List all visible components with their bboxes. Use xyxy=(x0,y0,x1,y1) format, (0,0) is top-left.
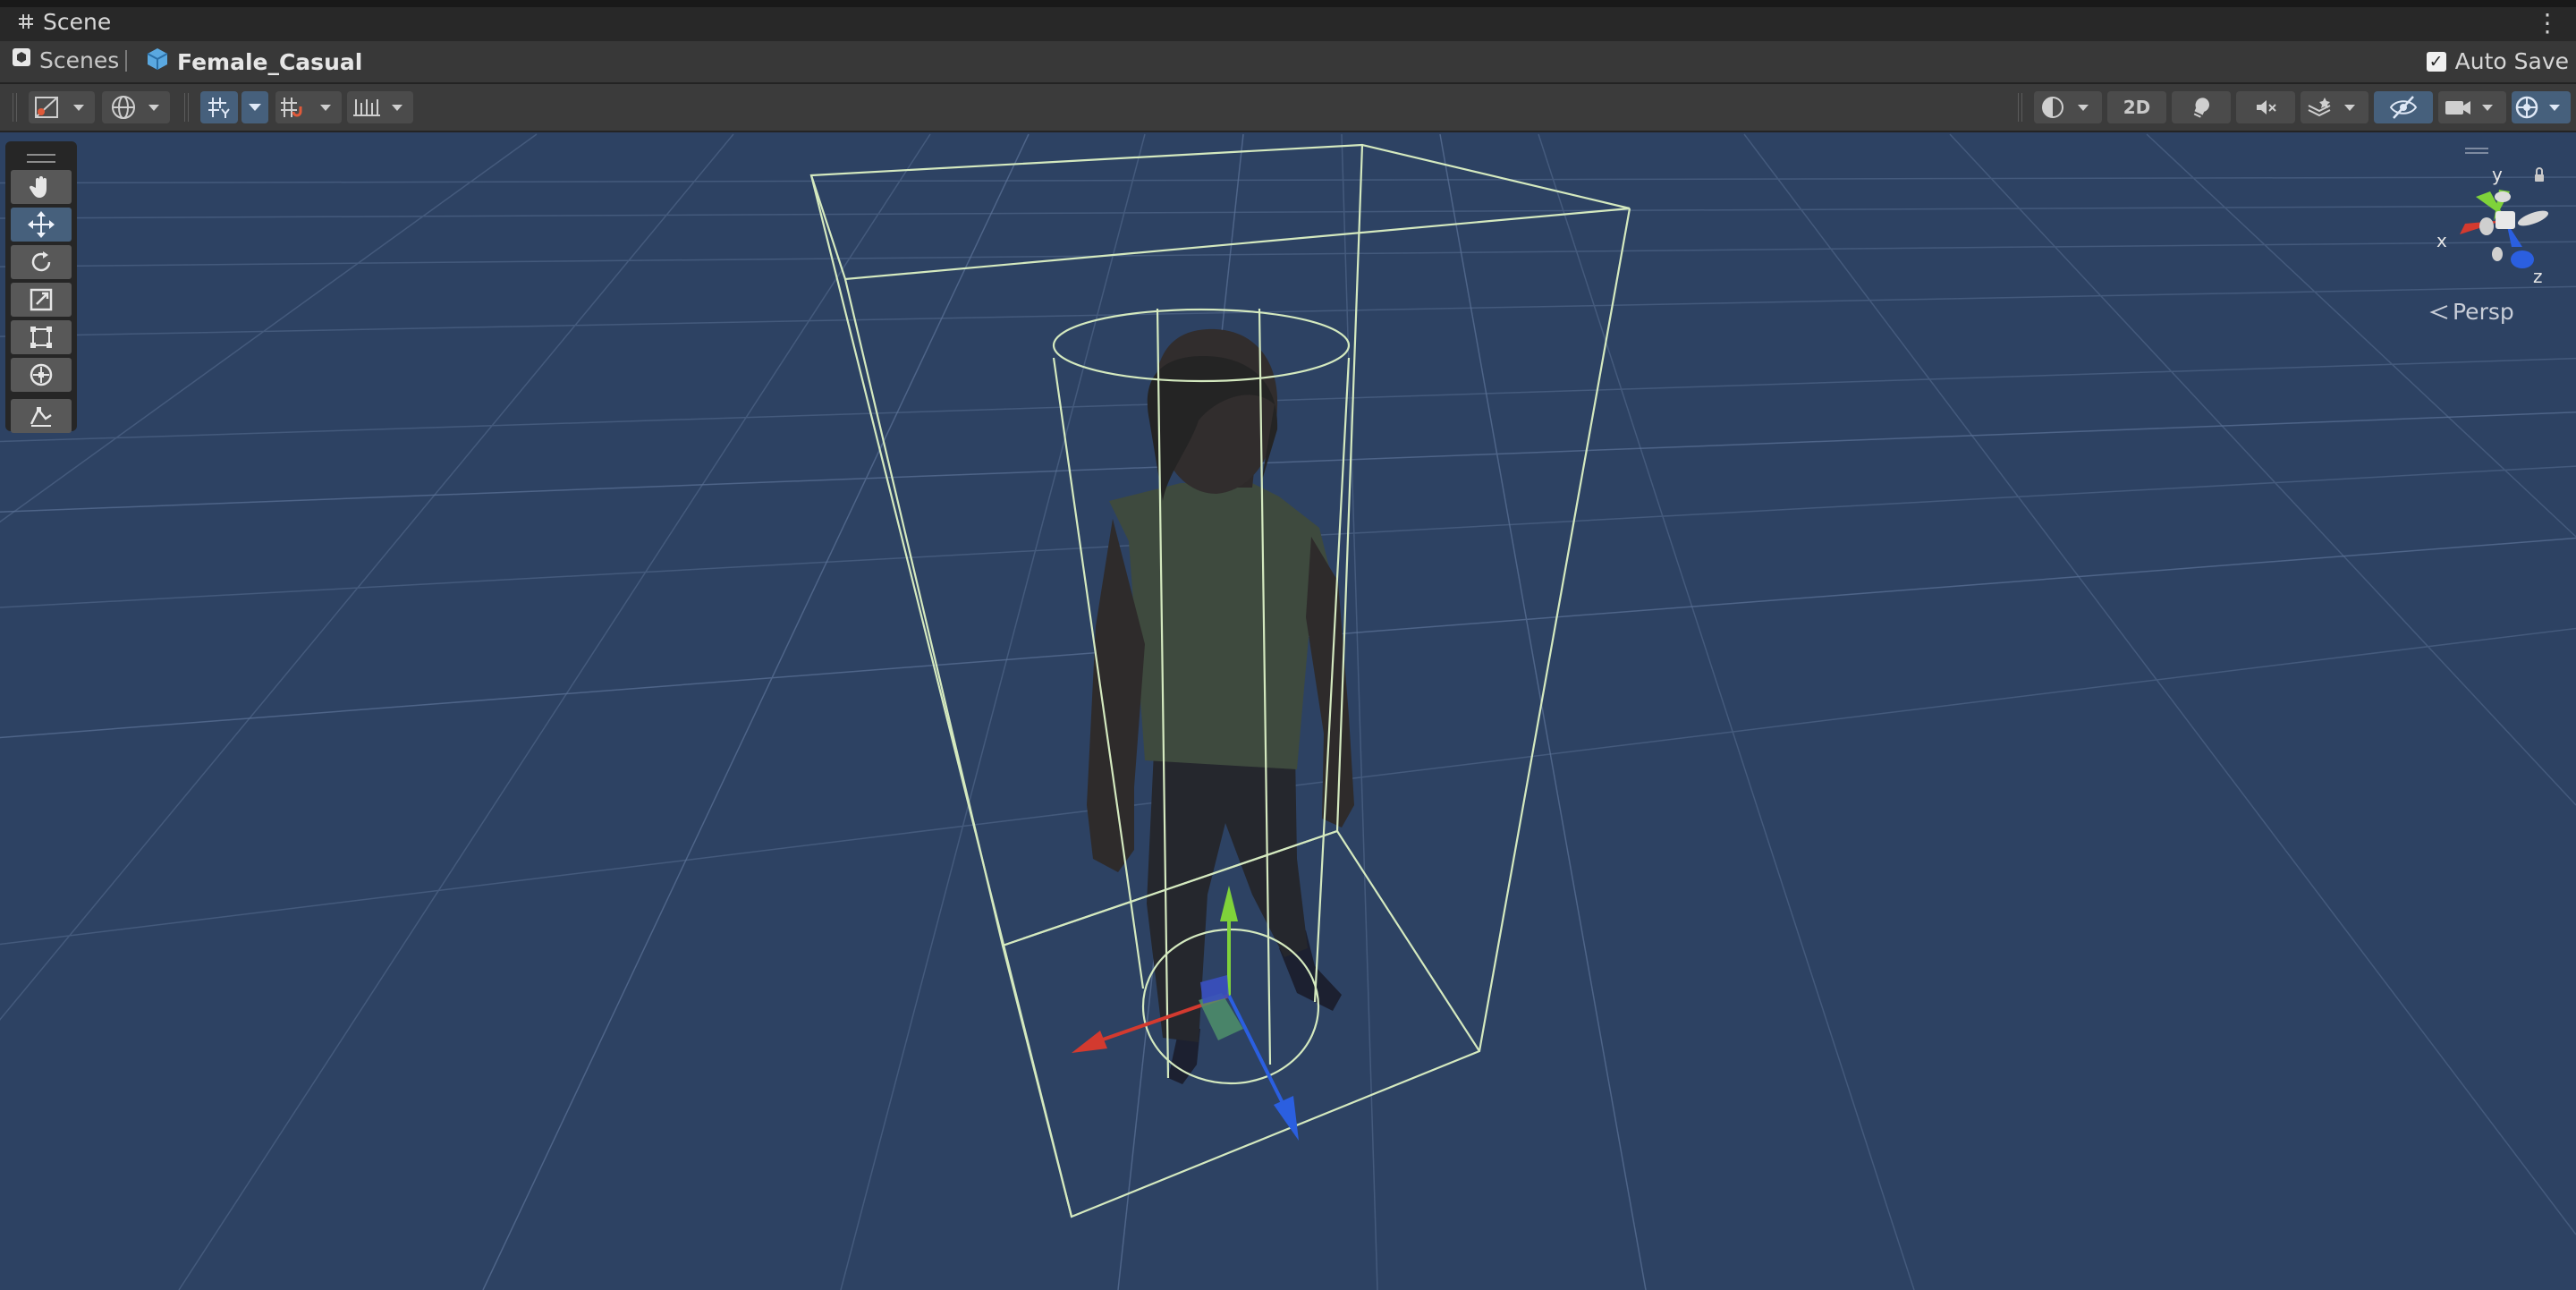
gizmo-sphere-icon xyxy=(2515,96,2560,119)
breadcrumb: Scenes Female_Casual ✓ Auto Save xyxy=(0,41,2576,84)
transform-icon xyxy=(30,363,53,386)
custom-tool-button[interactable] xyxy=(11,399,72,433)
panel-grip[interactable] xyxy=(27,154,55,163)
breadcrumb-root-label: Scenes xyxy=(39,47,120,73)
shading-mode-icon xyxy=(35,97,84,118)
grid-y-icon xyxy=(208,98,230,118)
global-local-dropdown[interactable] xyxy=(102,91,170,123)
lighting-toggle[interactable] xyxy=(2172,91,2231,123)
scene-view-toolbar: 2D xyxy=(0,84,2576,132)
prefab-cube-icon xyxy=(145,47,170,77)
effects-dropdown[interactable] xyxy=(2301,91,2368,123)
y-axis-arrow[interactable] xyxy=(1220,886,1238,921)
shading-dropdown[interactable] xyxy=(2034,91,2102,123)
rotate-icon xyxy=(31,251,51,272)
perspective-icon xyxy=(2429,304,2448,319)
camera-dropdown[interactable] xyxy=(2438,91,2506,123)
sphere-shading-icon xyxy=(2042,97,2089,118)
x-axis-arrow[interactable] xyxy=(1072,1031,1107,1053)
grid-icon xyxy=(18,9,34,35)
unity-scene-icon xyxy=(11,47,32,73)
x-axis-label: x xyxy=(2436,230,2447,251)
z-axis-label: z xyxy=(2533,266,2543,287)
grid-options-dropdown[interactable] xyxy=(242,91,268,123)
auto-save-toggle[interactable]: ✓ Auto Save xyxy=(2426,48,2569,74)
incremental-snap-dropdown[interactable] xyxy=(275,91,342,123)
hand-icon xyxy=(29,176,47,198)
scene-viewport[interactable]: y x z Persp xyxy=(0,132,2576,1290)
breadcrumb-current-label: Female_Casual xyxy=(177,48,363,75)
checkbox-checked-icon[interactable]: ✓ xyxy=(2426,51,2446,72)
scale-tool-button[interactable] xyxy=(11,283,72,317)
light-bulb-icon xyxy=(2193,98,2210,118)
auto-save-label: Auto Save xyxy=(2454,48,2569,74)
breadcrumb-scenes[interactable]: Scenes xyxy=(11,47,119,73)
grid-snap-toggle[interactable] xyxy=(200,91,238,123)
move-tool-button[interactable] xyxy=(11,208,72,242)
camera-icon xyxy=(2445,101,2493,115)
y-axis-label: y xyxy=(2492,164,2503,185)
axis-gizmo-icon: y x z xyxy=(2436,148,2549,287)
character-female-casual[interactable] xyxy=(1087,328,1354,1084)
scene-tab[interactable]: Scene xyxy=(18,9,111,35)
eye-hidden-icon xyxy=(2389,96,2418,119)
breadcrumb-separator xyxy=(125,50,127,72)
lock-icon[interactable] xyxy=(2535,174,2544,182)
transform-tools-panel xyxy=(5,141,77,433)
more-options-icon[interactable]: ⋮ xyxy=(2535,11,2560,36)
rotate-tool-button[interactable] xyxy=(11,245,72,279)
projection-toggle[interactable]: Persp xyxy=(2429,299,2514,325)
toolbar-grip xyxy=(13,93,17,122)
transform-tool-button[interactable] xyxy=(11,358,72,392)
draw-mode-dropdown[interactable] xyxy=(29,91,95,123)
gizmos-dropdown[interactable] xyxy=(2512,91,2571,123)
2d-toggle-button[interactable]: 2D xyxy=(2107,91,2166,123)
rect-transform-icon xyxy=(30,327,52,348)
projection-label: Persp xyxy=(2453,299,2514,325)
scale-icon xyxy=(30,288,53,311)
scene-visibility-toggle[interactable] xyxy=(2374,91,2433,123)
globe-icon xyxy=(112,96,159,119)
hand-tool-button[interactable] xyxy=(11,170,72,204)
scene-render xyxy=(0,133,2576,1290)
editor-tab-bar: Scene ⋮ xyxy=(0,0,2576,41)
audio-toggle[interactable] xyxy=(2236,91,2295,123)
custom-editor-tool-icon xyxy=(30,407,52,427)
speaker-muted-icon xyxy=(2257,100,2276,115)
effects-layers-icon xyxy=(2308,98,2355,117)
snap-settings-dropdown[interactable] xyxy=(347,91,413,123)
toolbar-grip xyxy=(2018,93,2022,122)
move-arrows-icon xyxy=(28,211,55,238)
snap-magnet-icon xyxy=(281,98,331,117)
breadcrumb-prefab[interactable]: Female_Casual xyxy=(145,47,362,77)
ruler-icon xyxy=(353,99,402,116)
chevron-down-icon xyxy=(249,104,261,111)
scene-tab-label: Scene xyxy=(43,9,112,35)
rect-tool-button[interactable] xyxy=(11,320,72,354)
toolbar-grip xyxy=(184,93,189,122)
